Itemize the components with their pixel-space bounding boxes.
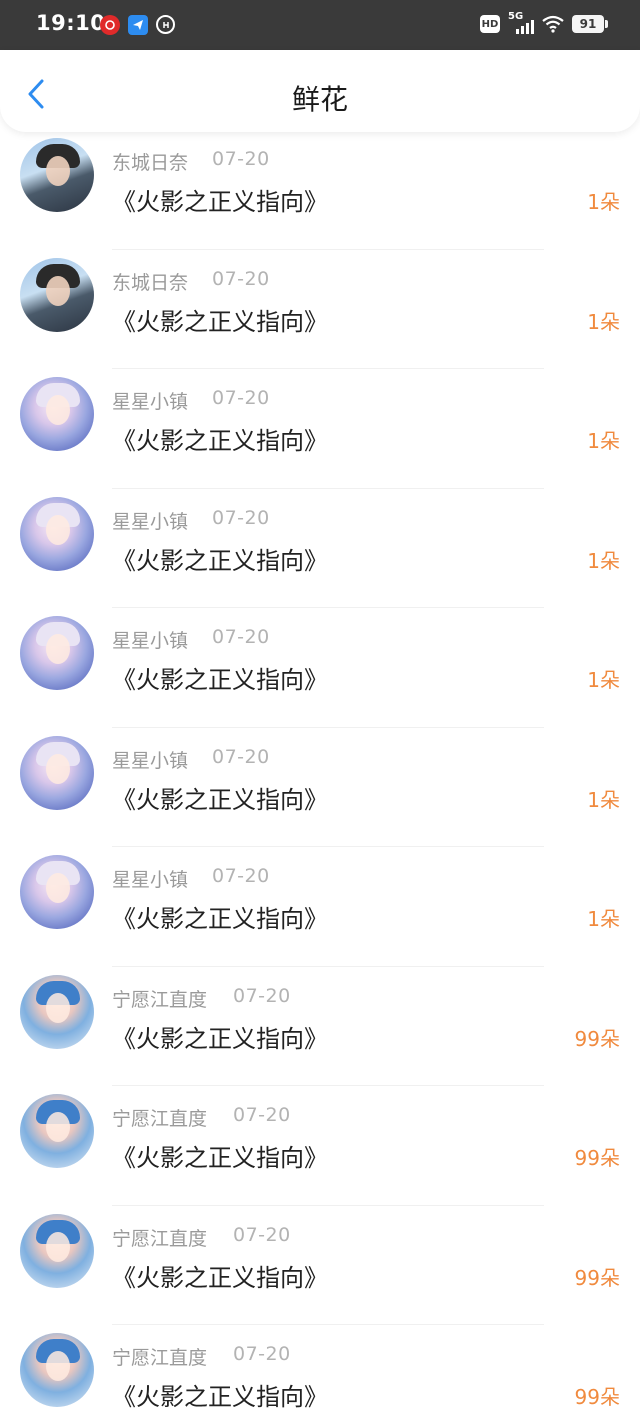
avatar[interactable]: [20, 138, 94, 212]
book-title[interactable]: 《火影之正义指向》: [112, 899, 328, 934]
user-name[interactable]: 宁愿江直度: [112, 1224, 207, 1251]
user-name[interactable]: 宁愿江直度: [112, 1343, 207, 1370]
item-date: 07-20: [212, 148, 270, 170]
flower-count: 1朵: [587, 787, 620, 812]
item-date: 07-20: [212, 387, 270, 409]
user-name[interactable]: 宁愿江直度: [112, 1104, 207, 1131]
list-item[interactable]: 宁愿江直度 07-20 《火影之正义指向》 99朵: [0, 1325, 640, 1427]
battery-level: 91: [579, 17, 597, 31]
book-title[interactable]: 《火影之正义指向》: [112, 660, 328, 695]
flower-list[interactable]: 东城日奈 07-20 《火影之正义指向》 1朵 东城日奈 07-20 《火影之正义指向》 1朵…: [0, 90, 640, 1427]
user-name[interactable]: 星星小镇: [112, 865, 188, 892]
system-status: HD 5G 91: [480, 11, 608, 34]
user-name[interactable]: 东城日奈: [112, 268, 188, 295]
user-name[interactable]: 星星小镇: [112, 626, 188, 653]
page-title: 鲜花: [291, 83, 348, 116]
user-name[interactable]: 星星小镇: [112, 387, 188, 414]
list-item[interactable]: 宁愿江直度 07-20 《火影之正义指向》 99朵: [0, 1206, 640, 1325]
item-date: 07-20: [212, 745, 270, 768]
avatar[interactable]: [20, 377, 94, 451]
item-date: 07-20: [233, 1104, 291, 1126]
item-date: 07-20: [233, 1223, 291, 1246]
avatar[interactable]: [20, 616, 94, 690]
notification-icons: [100, 15, 175, 35]
book-title[interactable]: 《火影之正义指向》: [112, 780, 328, 815]
avatar[interactable]: [20, 735, 94, 810]
status-time: 19:10: [36, 11, 106, 35]
book-title[interactable]: 《火影之正义指向》: [112, 302, 328, 337]
signal-icon: 5G: [508, 11, 534, 34]
list-item[interactable]: 星星小镇 07-20 《火影之正义指向》 1朵: [0, 608, 640, 728]
item-date: 07-20: [212, 626, 270, 648]
flower-count: 1朵: [587, 548, 620, 573]
battery-icon: 91: [572, 15, 608, 33]
item-date: 07-20: [212, 865, 270, 887]
flower-count: 99朵: [574, 1146, 620, 1170]
avatar[interactable]: [20, 1094, 94, 1168]
list-item[interactable]: 星星小镇 07-20 《火影之正义指向》 1朵: [0, 489, 640, 608]
book-title[interactable]: 《火影之正义指向》: [112, 1258, 328, 1293]
wifi-icon: [542, 15, 564, 33]
avatar[interactable]: [20, 257, 94, 332]
item-date: 07-20: [212, 506, 270, 529]
flower-count: 99朵: [574, 1265, 620, 1290]
avatar[interactable]: [20, 1333, 94, 1407]
avatar[interactable]: [20, 855, 94, 929]
book-title[interactable]: 《火影之正义指向》: [112, 541, 328, 576]
flower-count: 1朵: [587, 907, 620, 931]
item-date: 07-20: [233, 1343, 291, 1365]
list-item[interactable]: 东城日奈 07-20 《火影之正义指向》 1朵: [0, 130, 640, 250]
avatar[interactable]: [20, 1213, 94, 1288]
list-item[interactable]: 宁愿江直度 07-20 《火影之正义指向》 99朵: [0, 967, 640, 1086]
app-badge-icon: [156, 15, 175, 34]
list-item[interactable]: 宁愿江直度 07-20 《火影之正义指向》 99朵: [0, 1086, 640, 1206]
hd-badge: HD: [480, 15, 500, 33]
item-date: 07-20: [212, 267, 270, 290]
user-name[interactable]: 星星小镇: [112, 746, 188, 773]
user-name[interactable]: 宁愿江直度: [112, 985, 207, 1012]
flower-count: 1朵: [587, 190, 620, 214]
flower-count: 99朵: [574, 1385, 620, 1409]
list-item[interactable]: 东城日奈 07-20 《火影之正义指向》 1朵: [0, 250, 640, 369]
flower-count: 99朵: [574, 1026, 620, 1051]
flower-count: 1朵: [587, 668, 620, 692]
flower-count: 1朵: [587, 309, 620, 334]
avatar[interactable]: [20, 974, 94, 1049]
nav-bar: 鲜花: [0, 50, 640, 132]
list-item[interactable]: 星星小镇 07-20 《火影之正义指向》 1朵: [0, 728, 640, 847]
list-item[interactable]: 星星小镇 07-20 《火影之正义指向》 1朵: [0, 847, 640, 967]
avatar[interactable]: [20, 496, 94, 571]
book-title[interactable]: 《火影之正义指向》: [112, 1377, 328, 1412]
item-date: 07-20: [233, 984, 291, 1007]
netease-music-icon: [100, 15, 120, 35]
book-title[interactable]: 《火影之正义指向》: [112, 182, 328, 217]
status-bar: 19:10 HD 5G 91: [0, 0, 640, 50]
send-app-icon: [128, 15, 148, 35]
flower-count: 1朵: [587, 429, 620, 453]
book-title[interactable]: 《火影之正义指向》: [112, 1019, 328, 1054]
user-name[interactable]: 东城日奈: [112, 148, 188, 175]
book-title[interactable]: 《火影之正义指向》: [112, 421, 328, 456]
book-title[interactable]: 《火影之正义指向》: [112, 1138, 328, 1173]
user-name[interactable]: 星星小镇: [112, 507, 188, 534]
list-item[interactable]: 星星小镇 07-20 《火影之正义指向》 1朵: [0, 369, 640, 489]
